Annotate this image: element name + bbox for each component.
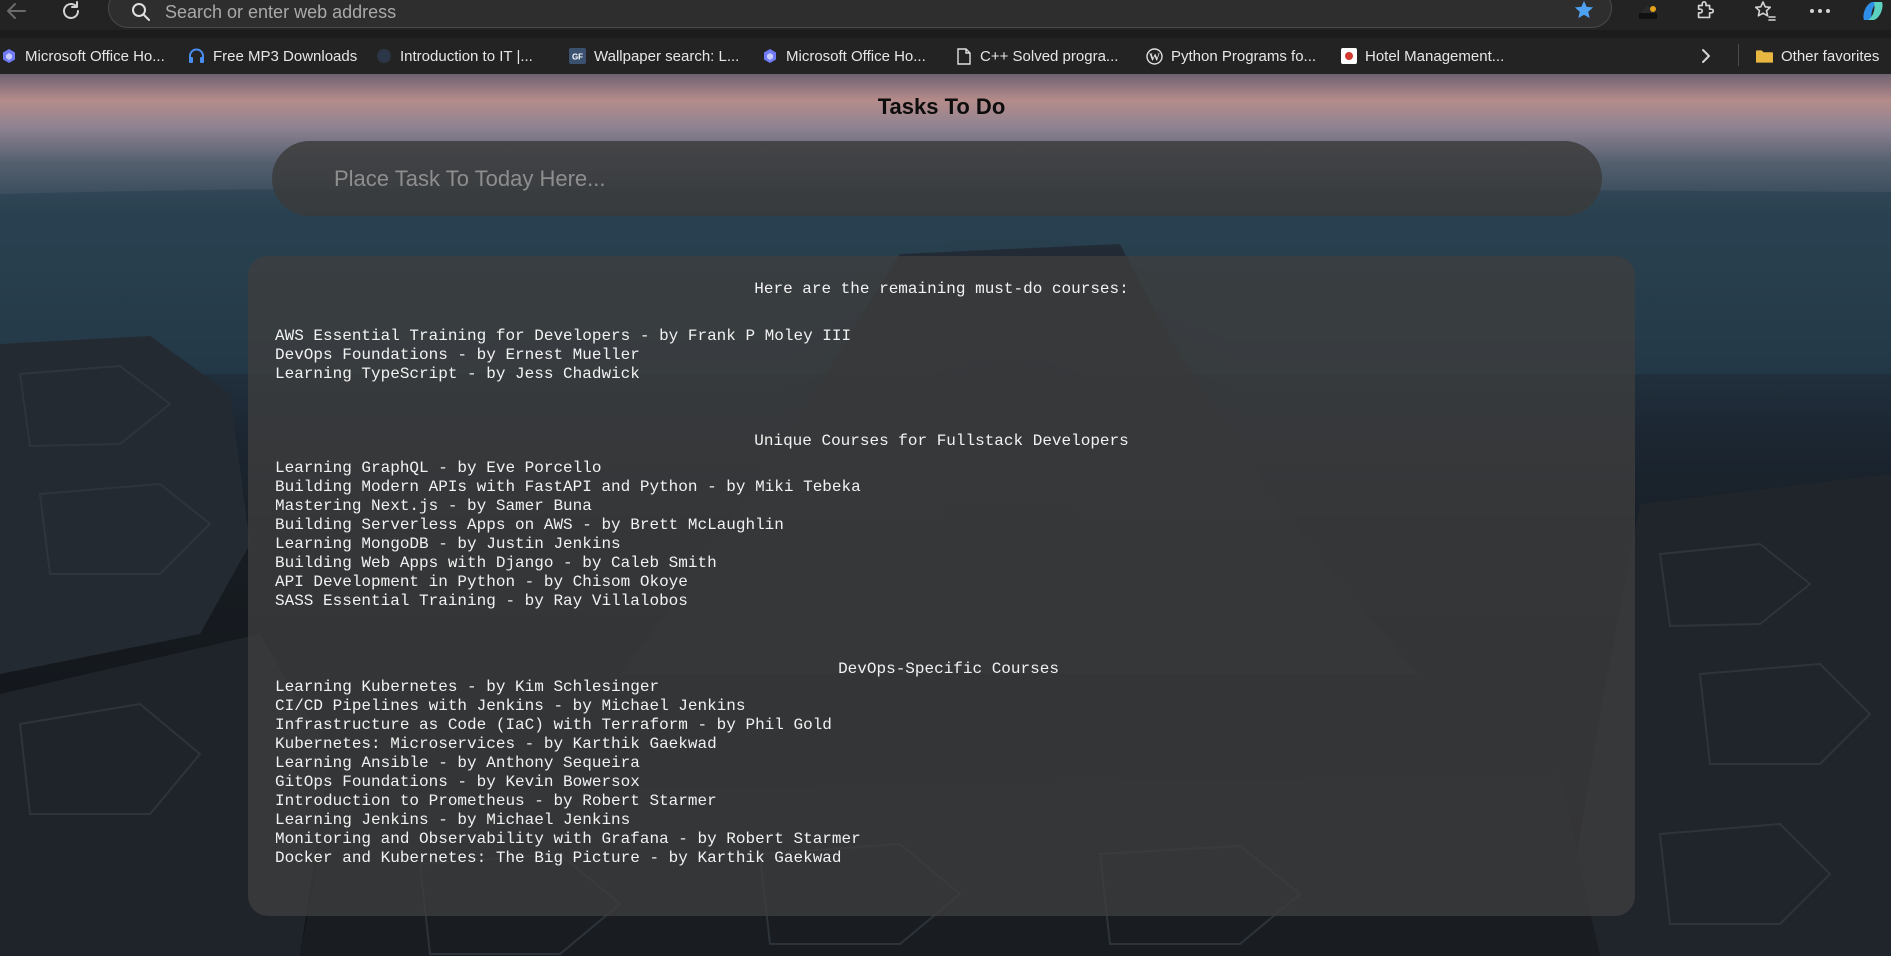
bookmarks-divider	[1738, 44, 1739, 66]
list-item: GitOps Foundations - by Kevin Bowersox	[275, 773, 640, 791]
copilot-icon	[1863, 2, 1883, 20]
site-icon	[1340, 48, 1357, 65]
list-item: Learning MongoDB - by Justin Jenkins	[275, 535, 621, 553]
bookmark-item[interactable]: C++ Solved progra...	[955, 44, 1118, 68]
svg-text:W: W	[1149, 51, 1160, 63]
bookmarks-overflow-button[interactable]	[1700, 44, 1712, 68]
more-menu-button[interactable]	[1805, 0, 1835, 22]
back-button[interactable]	[2, 0, 30, 22]
refresh-button[interactable]	[57, 0, 85, 22]
office-icon	[761, 48, 778, 65]
bookmark-item[interactable]: W Python Programs fo...	[1146, 44, 1316, 68]
list-item: API Development in Python - by Chisom Ok…	[275, 573, 688, 591]
svg-text:GF: GF	[572, 53, 583, 62]
list-item: Learning Ansible - by Anthony Sequeira	[275, 754, 640, 772]
bookmark-item[interactable]: Microsoft Office Ho...	[761, 44, 926, 68]
extensions-button[interactable]	[1690, 0, 1720, 22]
section-heading-devops: DevOps-Specific Courses	[838, 660, 1059, 678]
search-icon	[132, 3, 150, 21]
page-title: Tasks To Do	[877, 94, 1006, 119]
bookmarks-bar: Microsoft Office Ho... Free MP3 Download…	[0, 38, 1891, 74]
bookmark-item[interactable]: Microsoft Office Ho...	[0, 44, 165, 68]
address-input[interactable]	[165, 1, 1465, 23]
headphones-icon	[188, 48, 205, 65]
page-content: Tasks To Do Here are the remaining must-…	[0, 74, 1891, 956]
bookmark-label: C++ Solved progra...	[980, 47, 1119, 65]
list-item: Building Serverless Apps on AWS - by Bre…	[275, 516, 784, 534]
bookmark-label: Free MP3 Downloads	[213, 47, 358, 65]
favorites-list-icon	[1754, 1, 1776, 21]
gf-icon: GF	[569, 48, 586, 65]
list-item: CI/CD Pipelines with Jenkins - by Michae…	[275, 697, 746, 715]
site-icon	[375, 48, 392, 65]
section-heading-remaining: Here are the remaining must-do courses:	[754, 280, 1129, 298]
copilot-button[interactable]	[1858, 0, 1888, 22]
list-item: Learning Kubernetes - by Kim Schlesinger	[275, 678, 660, 696]
task-input[interactable]	[334, 165, 1534, 193]
favorite-star-icon[interactable]	[1573, 0, 1595, 21]
bookmark-label: Microsoft Office Ho...	[786, 47, 926, 65]
list-item: Monitoring and Observability with Grafan…	[275, 830, 861, 848]
document-icon	[955, 47, 972, 65]
bookmark-item[interactable]: Hotel Management...	[1340, 44, 1504, 68]
other-favorites-folder[interactable]: Other favorites	[1756, 44, 1879, 68]
bookmark-label: Introduction to IT |...	[400, 47, 533, 65]
puzzle-icon	[1697, 1, 1715, 19]
bookmark-item[interactable]: GF Wallpaper search: L...	[569, 44, 739, 68]
folder-icon	[1756, 48, 1773, 65]
course-panel: Here are the remaining must-do courses: …	[248, 256, 1635, 916]
list-item: Building Web Apps with Django - by Caleb…	[275, 554, 717, 572]
address-bar[interactable]	[108, 0, 1612, 28]
section-heading-fullstack: Unique Courses for Fullstack Developers	[754, 432, 1129, 450]
bookmark-label: Python Programs fo...	[1171, 47, 1317, 65]
bookmark-item[interactable]: Free MP3 Downloads	[188, 44, 357, 68]
list-item: Mastering Next.js - by Samer Buna	[275, 497, 592, 515]
back-arrow-icon	[7, 3, 26, 19]
list-item: Infrastructure as Code (IaC) with Terraf…	[275, 716, 832, 734]
remaining-course-list: AWS Essential Training for Developers - …	[275, 327, 851, 384]
list-item: DevOps Foundations - by Ernest Mueller	[275, 346, 640, 364]
ellipsis-icon	[1810, 9, 1830, 13]
devops-course-list: Learning Kubernetes - by Kim Schlesinger…	[275, 678, 861, 868]
task-input-container	[272, 141, 1602, 216]
office-icon	[0, 48, 17, 65]
list-item: Introduction to Prometheus - by Robert S…	[275, 792, 717, 810]
bookmark-label: Hotel Management...	[1365, 47, 1505, 65]
extension-icon	[1639, 5, 1657, 19]
browser-toolbar	[0, 0, 1891, 30]
bookmark-label: Wallpaper search: L...	[594, 47, 740, 65]
list-item: Learning Jenkins - by Michael Jenkins	[275, 811, 631, 829]
list-item: Docker and Kubernetes: The Big Picture -…	[275, 849, 842, 867]
list-item: Learning GraphQL - by Eve Porcello	[275, 459, 602, 477]
list-item: Kubernetes: Microservices - by Karthik G…	[275, 735, 717, 753]
list-item: Learning TypeScript - by Jess Chadwick	[275, 365, 640, 383]
bookmark-item[interactable]: Introduction to IT |...	[375, 44, 533, 68]
fullstack-course-list: Learning GraphQL - by Eve Porcello Build…	[275, 459, 861, 611]
bookmark-label: Microsoft Office Ho...	[25, 47, 165, 65]
list-item: Building Modern APIs with FastAPI and Py…	[275, 478, 861, 496]
wordpress-icon: W	[1146, 47, 1163, 65]
chevron-right-icon	[1702, 49, 1710, 63]
favorites-button[interactable]	[1750, 0, 1780, 22]
list-item: SASS Essential Training - by Ray Villalo…	[275, 592, 688, 610]
refresh-icon	[63, 1, 79, 19]
list-item: AWS Essential Training for Developers - …	[275, 327, 852, 345]
other-favorites-label: Other favorites	[1781, 47, 1880, 65]
extension-avatar-icon[interactable]	[1633, 0, 1663, 22]
